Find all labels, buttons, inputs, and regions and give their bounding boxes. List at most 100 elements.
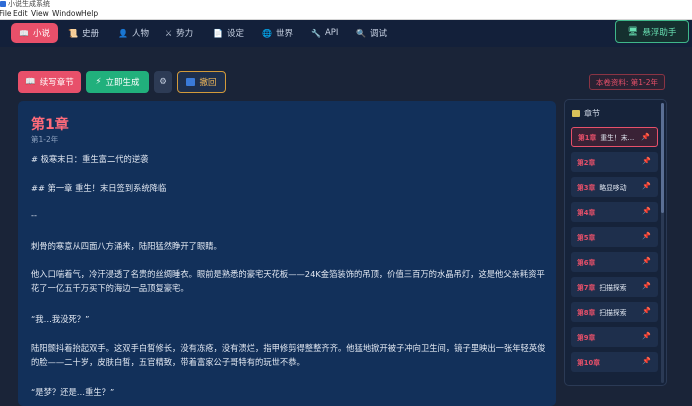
globe-icon: 🌐 [262,28,272,38]
chapter-number: 第8章 [577,309,596,317]
scroll-icon: 📜 [68,28,78,38]
chapter-list-scrollbar[interactable] [661,103,664,383]
tab-label: API [324,28,339,38]
chapter-number: 第4章 [577,209,596,217]
chapter-item[interactable]: 第8章 扫描探索 📌 [571,302,658,322]
book-icon: 📖 [19,28,29,38]
bolt-icon: ⚡ [95,77,102,87]
menu-window[interactable]: Window [52,9,82,18]
pin-icon[interactable]: 📌 [642,257,651,265]
tab-label: 调试 [369,29,387,39]
tab-api[interactable]: 🔧 API [303,23,346,43]
chapter-subtitle: 第1-2年 [31,135,59,144]
tab-novel[interactable]: 📖 小说 [11,23,58,43]
pin-icon[interactable]: 📌 [642,207,651,215]
chapter-item[interactable]: 第6章 📌 [571,252,658,272]
scrollbar-thumb[interactable] [661,103,664,213]
paragraph: 刺骨的寒意从四面八方涌来，陆阳猛然睁开了眼睛。 [31,241,222,251]
tab-label: 世界 [275,29,293,39]
magnifier-icon: 🔍 [356,28,366,38]
chapter-name: 重生！末… [600,134,635,142]
document-icon: 📄 [213,28,223,38]
paragraph: # 极寒末日：重生富二代的逆袭 [31,154,149,164]
chapter-number: 第6章 [577,259,596,267]
pin-icon[interactable]: 📌 [642,307,651,315]
chapter-item[interactable]: 第4章 📌 [571,202,658,222]
tab-label: 史册 [81,29,99,39]
tab-characters[interactable]: 👤 人物 [110,23,157,43]
book-icon: 📖 [25,77,36,87]
generate-label: 立即生成 [105,78,140,88]
paragraph: ## 第一章 重生！末日签到系统降临 [31,183,167,193]
menu-help[interactable]: Help [81,9,98,18]
pin-icon[interactable]: 📌 [642,157,651,165]
generate-now-button[interactable]: ⚡ 立即生成 [86,71,149,93]
swords-icon: ⚔ [165,28,173,38]
tab-settings[interactable]: 📄 设定 [205,23,252,43]
tab-label: 势力 [176,29,194,39]
menu-edit[interactable]: Edit [13,9,28,18]
menu-view[interactable]: View [31,9,49,18]
wrench-icon: 🔧 [311,28,321,38]
chapter-name: 扫描探索 [599,284,627,292]
chapter-item[interactable]: 第2章 📌 [571,152,658,172]
paragraph: “我…我没死？” [31,314,90,324]
chapter-list-title: 章节 [584,108,600,118]
tab-history[interactable]: 📜 史册 [60,23,107,43]
chapter-list-panel: 章节 第1章 重生！末… 📌 第2章 📌 第3章 略显哆动 📌 第4章 📌 第5… [564,99,667,386]
chapter-editor[interactable]: 第1章 第1-2年 # 极寒末日：重生富二代的逆袭 ## 第一章 重生！末日签到… [18,101,556,406]
window-title: 小说生成系统 [8,0,50,8]
chapter-item[interactable]: 第10章 📌 [571,352,658,372]
assistant-label: 悬浮助手 [642,27,677,38]
chapter-item[interactable]: 第9章 📌 [571,327,658,347]
pin-icon[interactable]: 📌 [641,133,650,141]
paragraph: 他入口喘着气，冷汗浸透了名贵的丝绸睡衣。眼前是熟悉的豪宅天花板——24K金箔装饰… [31,269,545,293]
chapter-number: 第3章 [577,184,596,192]
volume-badge: 本卷资料: 第1-2年 [588,74,665,90]
menu-bar: File Edit View Window Help [0,8,692,20]
window-titlebar: 小说生成系统 [0,0,692,8]
tab-label: 设定 [226,29,244,39]
settings-button[interactable]: ⚙ [154,71,172,93]
gear-icon: ⚙ [159,77,167,87]
tab-debug[interactable]: 🔍 调试 [348,23,395,43]
app-icon [0,1,6,7]
floating-assistant-button[interactable]: 🖥 悬浮助手 [615,20,689,43]
tab-label: 人物 [131,29,149,39]
top-nav: 📖 小说 📜 史册 👤 人物 ⚔ 势力 📄 设定 🌐 世界 🔧 API 🔍 调试… [0,20,692,47]
chapter-name: 略显哆动 [599,184,627,192]
monitor-icon: 🖥 [627,26,639,37]
continue-label: 续写章节 [39,78,74,88]
pin-icon[interactable]: 📌 [642,282,651,290]
undo-icon [186,78,196,86]
chapter-item[interactable]: 第3章 略显哆动 📌 [571,177,658,197]
chapter-number: 第7章 [577,284,596,292]
paragraph: -- [31,210,37,220]
undo-label: 撤回 [199,78,217,88]
pin-icon[interactable]: 📌 [642,232,651,240]
chapter-number: 第1章 [578,134,597,142]
pin-icon[interactable]: 📌 [642,332,651,340]
chapter-title: 第1章 [31,117,69,133]
chapter-name: 扫描探索 [599,309,627,317]
continue-chapter-button[interactable]: 📖 续写章节 [18,71,81,93]
tab-label: 小说 [32,29,50,39]
editor-toolbar: 📖 续写章节 ⚡ 立即生成 ⚙ 撤回 本卷资料: 第1-2年 [0,47,692,97]
menu-file[interactable]: File [0,9,12,18]
undo-button[interactable]: 撤回 [177,71,226,93]
chapter-list-header: 章节 [572,107,600,119]
chapter-item[interactable]: 第1章 重生！末… 📌 [571,127,658,147]
chapter-number: 第2章 [577,159,596,167]
bottom-area [556,386,692,406]
chapter-item[interactable]: 第5章 📌 [571,227,658,247]
chapter-item[interactable]: 第7章 扫描探索 📌 [571,277,658,297]
chapter-number: 第9章 [577,334,596,342]
tab-factions[interactable]: ⚔ 势力 [157,23,201,43]
pin-icon[interactable]: 📌 [642,357,651,365]
chapter-number: 第10章 [577,359,601,367]
pin-icon[interactable]: 📌 [642,182,651,190]
chapter-number: 第5章 [577,234,596,242]
paragraph: 陆阳颤抖着抬起双手。这双手白皙修长，没有冻疮，没有溃烂，指甲修剪得整整齐齐。他猛… [31,343,546,367]
book-icon [572,109,580,117]
tab-world[interactable]: 🌐 世界 [254,23,301,43]
